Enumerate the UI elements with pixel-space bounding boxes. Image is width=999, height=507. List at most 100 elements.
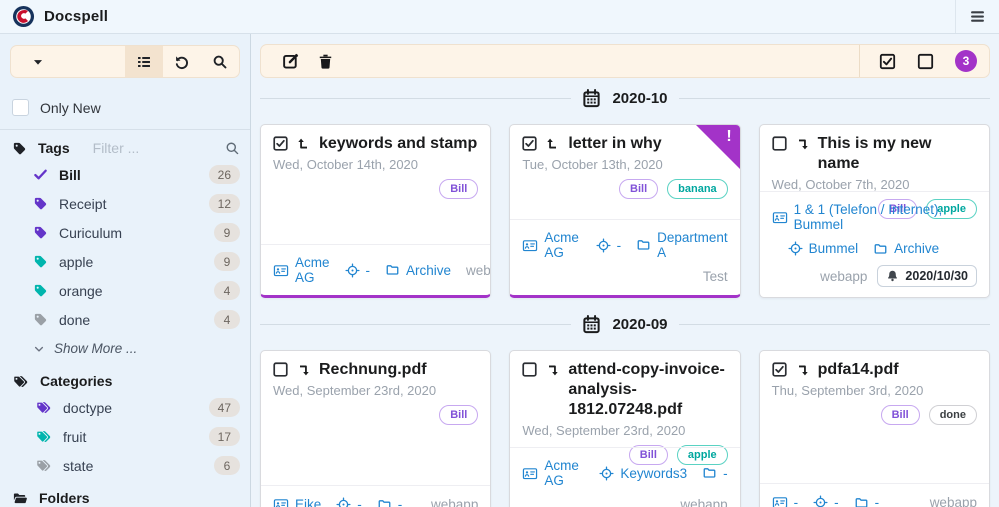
deselect-all-button[interactable] [917,53,934,70]
search-icon [212,54,228,70]
sidebar-tag-done[interactable]: done 4 [10,305,240,334]
tag-icon [33,225,48,240]
card-footer: Acme AG - Department A Test [510,219,739,295]
sidebar-category-state[interactable]: state 6 [10,451,240,480]
item-card[interactable]: ! letter in why Tue, October 13th, 2020 … [509,124,740,298]
meta-link[interactable]: - [377,497,403,507]
search-dropdown-button[interactable] [11,46,125,77]
card-select-checkbox[interactable] [522,362,537,377]
meta-link[interactable]: Department A [636,230,728,260]
card-header: Rechnung.pdf Wed, September 23rd, 2020 B… [261,351,490,485]
only-new-checkbox[interactable] [12,99,29,116]
tag-badge[interactable]: Bill [439,405,478,425]
card-select-checkbox[interactable] [273,136,288,151]
card-footer: - - - webapp [760,483,989,507]
folder-icon [873,242,888,256]
card-select-checkbox[interactable] [273,362,288,377]
trash-icon [317,53,334,70]
show-more-toggle[interactable]: Show More ... [10,334,240,363]
tag-badge[interactable]: Bill [881,405,920,425]
folder-icon [636,238,651,252]
meta-link[interactable]: Acme AG [522,458,584,488]
tag-filter-input[interactable] [93,140,214,156]
meta-link-label: - [875,495,880,507]
address-card-icon [522,466,538,481]
sidebar-category-fruit[interactable]: fruit 17 [10,422,240,451]
card-select-checkbox[interactable] [772,362,787,377]
meta-link[interactable]: - [854,495,880,507]
address-card-icon [522,238,538,253]
run-search-button[interactable] [201,46,239,77]
meta-link[interactable]: Archive [385,263,451,278]
card-grid: keywords and stamp Wed, October 14th, 20… [260,124,990,298]
meta-link[interactable]: Keywords3 [599,466,687,481]
category-count-badge: 47 [209,398,240,417]
meta-link[interactable]: Archive [873,241,939,256]
folder-icon [854,496,869,507]
meta-link[interactable]: - [336,497,362,507]
category-label: fruit [63,429,198,445]
meta-link-label: Archive [406,263,451,278]
item-card[interactable]: This is my new name Wed, October 7th, 20… [759,124,990,298]
selection-toolbar: 3 [260,44,990,78]
chevron-down-icon [33,343,45,355]
sidebar-category-doctype[interactable]: doctype 47 [10,393,240,422]
sidebar-tag-apple[interactable]: apple 9 [10,247,240,276]
caret-down-icon [31,55,45,69]
tags-section-title: Tags [38,140,70,156]
menu-button[interactable] [955,0,999,33]
card-title: This is my new name [818,134,977,174]
item-card[interactable]: Rechnung.pdf Wed, September 23rd, 2020 B… [260,350,491,507]
tag-icon [33,283,48,298]
only-new-label: Only New [40,100,101,116]
meta-link[interactable]: Bummel [788,241,859,256]
meta-right-group: Test [703,269,728,284]
only-new-toggle[interactable]: Only New [12,99,240,116]
meta-right-group: webapp [930,495,977,507]
meta-link[interactable]: - [772,495,799,507]
tag-badge[interactable]: banana [667,179,728,199]
sidebar-tag-bill[interactable]: Bill 26 [10,160,240,189]
tags-icon [35,458,52,473]
sidebar-tag-receipt[interactable]: Receipt 12 [10,189,240,218]
sidebar-tag-orange[interactable]: orange 4 [10,276,240,305]
tag-count-badge: 9 [214,252,240,271]
reset-search-button[interactable] [163,46,201,77]
meta-right-group: webapp [466,263,491,278]
tags-icon [35,429,52,444]
tag-badge[interactable]: Bill [439,179,478,199]
folder-icon [702,466,717,480]
meta-link-label: Department A [657,230,728,260]
tag-badge[interactable]: Bill [619,179,658,199]
source-label: webapp [930,495,977,507]
delete-selected-button[interactable] [308,53,342,70]
list-view-button[interactable] [125,46,163,77]
meta-link[interactable]: - [345,263,371,278]
item-card[interactable]: attend-copy-invoice-analysis-1812.07248.… [509,350,740,507]
due-date-badge[interactable]: 2020/10/30 [877,265,977,287]
item-card[interactable]: keywords and stamp Wed, October 14th, 20… [260,124,491,298]
select-all-button[interactable] [879,53,896,70]
sidebar-tag-curiculum[interactable]: Curiculum 9 [10,218,240,247]
meta-link[interactable]: 1 & 1 (Telefon / Internet), Bummel [772,202,977,232]
meta-link[interactable]: Eike [273,497,321,507]
card-select-checkbox[interactable] [772,136,787,151]
card-select-checkbox[interactable] [522,136,537,151]
selected-count-badge[interactable]: 3 [955,50,977,72]
tag-badge[interactable]: done [929,405,977,425]
tag-icon [33,254,48,269]
hamburger-icon [969,8,986,25]
edit-selected-button[interactable] [274,52,308,70]
card-meta-line: Acme AG Keywords3 - [522,458,727,488]
item-card[interactable]: pdfa14.pdf Thu, September 3rd, 2020 Bill… [759,350,990,507]
tag-label: Receipt [59,196,198,212]
meta-link[interactable]: Acme AG [273,255,330,285]
meta-link[interactable]: Acme AG [522,230,580,260]
meta-link[interactable]: - [596,238,622,253]
meta-link-label: - [398,497,403,507]
card-header: pdfa14.pdf Thu, September 3rd, 2020 Bill… [760,351,989,483]
tag-filter-search-icon[interactable] [225,141,240,156]
category-count-badge: 17 [209,427,240,446]
meta-link[interactable]: - [702,466,728,481]
meta-link[interactable]: - [813,495,839,507]
